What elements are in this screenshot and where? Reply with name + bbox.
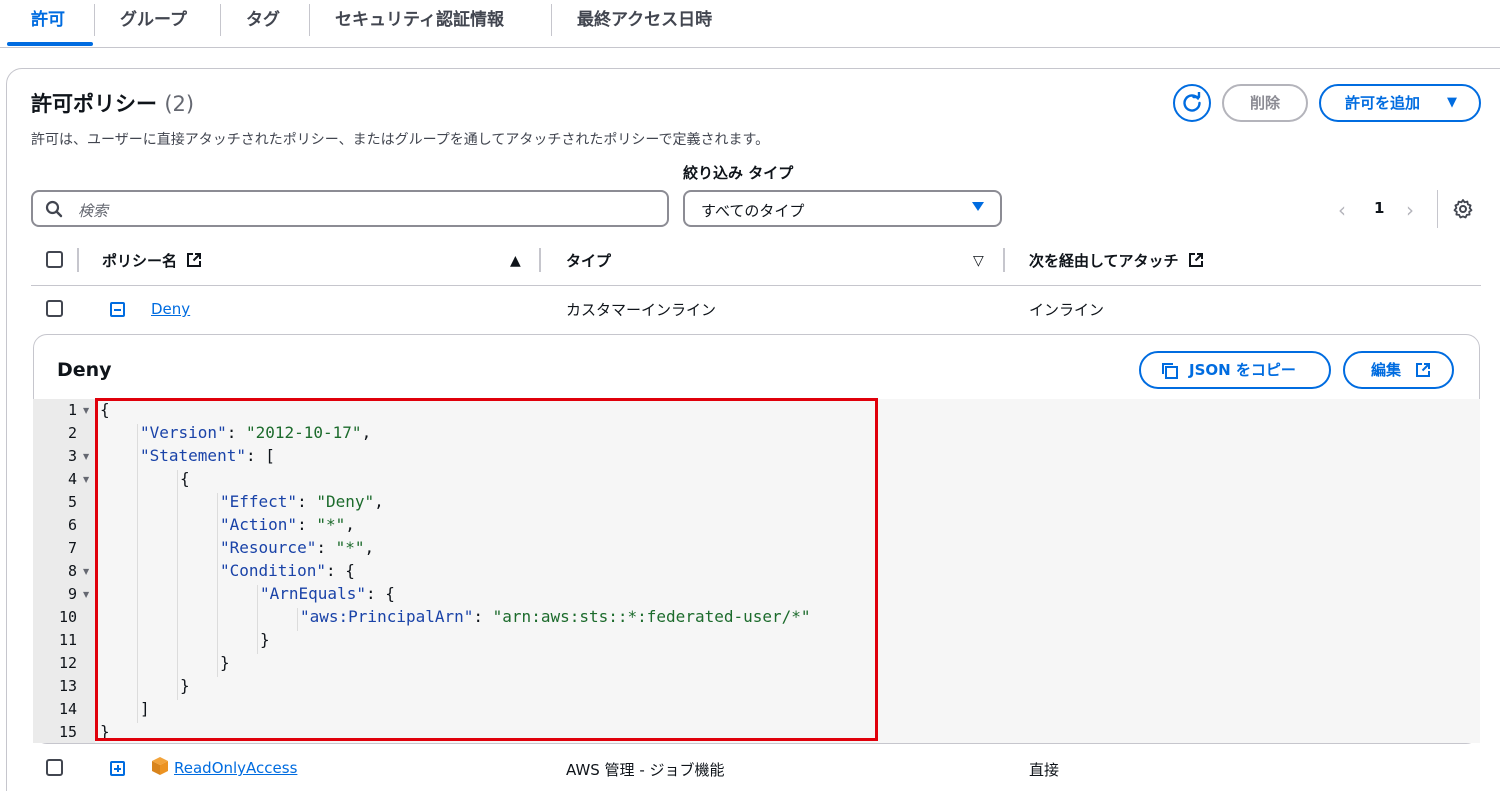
column-header-attached-via[interactable]: 次を経由してアタッチ	[1029, 250, 1204, 271]
type-filter-select[interactable]: すべてのタイプ	[683, 190, 1002, 227]
line-number: 1	[67, 401, 77, 419]
tab-permissions[interactable]: 許可	[31, 8, 65, 32]
tab-last-accessed[interactable]: 最終アクセス日時	[577, 8, 712, 32]
section-title-text: 許可ポリシー	[31, 92, 157, 116]
active-tab-indicator	[7, 42, 93, 46]
column-header-policy-name-label: ポリシー名	[102, 252, 178, 270]
sort-ascending-icon[interactable]: ▲	[510, 253, 521, 269]
tab-divider	[220, 4, 221, 36]
fold-arrow-icon[interactable]: ▼	[83, 475, 89, 484]
attached-via-cell: インライン	[1029, 301, 1105, 319]
tab-groups[interactable]: グループ	[120, 8, 187, 32]
policy-type-cell: カスタマーインライン	[566, 301, 717, 319]
edit-button[interactable]: 編集	[1343, 351, 1454, 389]
policy-type-cell: AWS 管理 - ジョブ機能	[566, 761, 725, 779]
column-header-type[interactable]: タイプ	[566, 250, 611, 271]
search-placeholder: 検索	[78, 202, 109, 220]
aws-managed-policy-icon	[152, 757, 168, 775]
policy-link-readonlyaccess[interactable]: ReadOnlyAccess	[174, 759, 297, 777]
column-divider	[77, 248, 79, 272]
tab-divider	[94, 4, 95, 36]
select-all-checkbox[interactable]	[46, 251, 63, 268]
line-number: 3	[67, 447, 77, 465]
copy-icon	[1162, 363, 1178, 379]
row-checkbox[interactable]	[46, 300, 63, 317]
type-filter-value: すべてのタイプ	[701, 202, 805, 220]
line-number: 13	[58, 677, 77, 695]
tab-divider	[551, 4, 552, 36]
line-number: 4	[67, 470, 77, 488]
tab-bar: 許可 グループ タグ セキュリティ認証情報 最終アクセス日時	[0, 0, 1500, 48]
line-number: 10	[58, 608, 77, 626]
column-divider	[1003, 248, 1005, 272]
column-header-attached-via-label: 次を経由してアタッチ	[1029, 252, 1179, 270]
expand-row-icon[interactable]	[110, 761, 125, 776]
pager-divider	[1437, 190, 1438, 228]
fold-arrow-icon[interactable]: ▼	[83, 406, 89, 415]
next-page-icon[interactable]: ›	[1406, 198, 1414, 222]
previous-page-icon[interactable]: ‹	[1338, 198, 1346, 222]
section-title: 許可ポリシー (2)	[31, 88, 194, 118]
copy-json-label: JSON をコピー	[1189, 361, 1296, 379]
line-number: 5	[67, 493, 77, 511]
search-icon	[45, 200, 63, 218]
tab-tags[interactable]: タグ	[246, 8, 280, 32]
add-permissions-label: 許可を追加	[1345, 94, 1421, 112]
table-header-divider	[31, 285, 1481, 286]
search-input[interactable]: 検索	[31, 190, 669, 227]
line-number: 11	[58, 631, 77, 649]
section-description: 許可は、ユーザーに直接アタッチされたポリシー、またはグループを通してアタッチされ…	[31, 132, 770, 148]
external-link-icon	[187, 253, 202, 267]
line-number: 12	[58, 654, 77, 672]
line-number: 14	[58, 700, 77, 718]
policy-count: (2)	[164, 92, 195, 116]
attached-via-cell: 直接	[1029, 761, 1060, 779]
sort-descending-icon[interactable]: ▽	[973, 253, 984, 269]
line-number: 6	[67, 516, 77, 534]
gear-icon[interactable]	[1452, 198, 1474, 220]
policy-detail-title: Deny	[57, 359, 112, 381]
external-link-icon	[1188, 253, 1203, 267]
column-divider	[539, 248, 541, 272]
fold-arrow-icon[interactable]: ▼	[83, 452, 89, 461]
caret-down-icon	[972, 202, 984, 211]
line-number: 8	[67, 562, 77, 580]
highlight-box	[95, 398, 878, 741]
external-link-icon	[1416, 363, 1430, 377]
caret-down-icon: ▼	[1447, 95, 1457, 110]
collapse-row-icon[interactable]	[110, 302, 125, 317]
page-number[interactable]: 1	[1374, 199, 1384, 217]
refresh-button[interactable]	[1173, 84, 1211, 122]
fold-arrow-icon[interactable]: ▼	[83, 567, 89, 576]
row-checkbox[interactable]	[46, 759, 63, 776]
line-number: 9	[67, 585, 77, 603]
line-number: 15	[58, 723, 77, 741]
filter-type-label: 絞り込み タイプ	[683, 164, 794, 182]
fold-arrow-icon[interactable]: ▼	[83, 590, 89, 599]
edit-label: 編集	[1371, 361, 1402, 379]
add-permissions-button[interactable]: 許可を追加 ▼	[1319, 84, 1481, 122]
tab-divider	[309, 4, 310, 36]
refresh-icon	[1183, 92, 1201, 112]
line-number: 2	[67, 424, 77, 442]
delete-button[interactable]: 削除	[1222, 84, 1308, 122]
column-header-policy-name[interactable]: ポリシー名	[102, 250, 202, 271]
tab-security-credentials[interactable]: セキュリティ認証情報	[335, 8, 504, 32]
line-number: 7	[67, 539, 77, 557]
policy-link-deny[interactable]: Deny	[151, 300, 190, 318]
copy-json-button[interactable]: JSON をコピー	[1139, 351, 1331, 389]
